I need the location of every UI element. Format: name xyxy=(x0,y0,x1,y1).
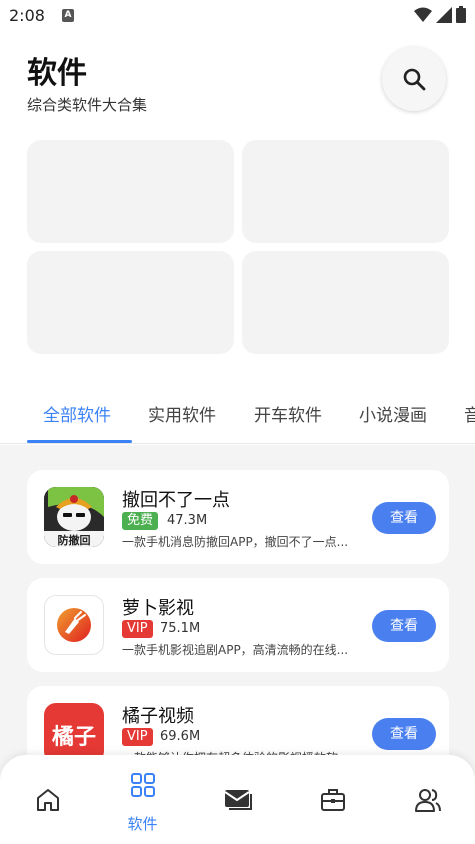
free-badge: 免费 xyxy=(122,512,159,530)
battery-icon xyxy=(456,6,466,23)
app-description: 一款手机消息防撤回APP，撤回不了一点... xyxy=(122,535,349,549)
page-subtitle: 综合类软件大合集 xyxy=(27,96,148,114)
app-card[interactable]: 萝卜影视 VIP 75.1M 一款手机影视追剧APP，高清流畅的在线... 查看 xyxy=(27,578,449,672)
view-button[interactable]: 查看 xyxy=(372,718,436,750)
wifi-icon xyxy=(414,7,432,22)
tab-utility-software[interactable]: 实用软件 xyxy=(148,401,216,426)
tab-indicator xyxy=(27,440,132,443)
banner-card[interactable] xyxy=(27,140,234,243)
app-icon-text: 防撤回 xyxy=(57,534,91,547)
vip-badge: VIP xyxy=(122,728,153,746)
view-button[interactable]: 查看 xyxy=(372,502,436,534)
vip-badge: VIP xyxy=(122,620,153,638)
users-icon xyxy=(414,789,441,812)
grid-icon xyxy=(130,773,155,797)
nav-users[interactable] xyxy=(380,755,475,844)
status-time: 2:08 xyxy=(9,6,45,25)
banner-grid xyxy=(27,140,449,354)
status-icons xyxy=(414,6,466,23)
banner-card[interactable] xyxy=(242,251,449,354)
signal-icon xyxy=(436,6,452,23)
home-icon xyxy=(36,789,59,811)
nav-messages[interactable] xyxy=(190,755,285,844)
toolbox-icon xyxy=(320,789,345,811)
tab-music[interactable]: 音 xyxy=(464,401,475,426)
nav-home[interactable] xyxy=(0,755,95,844)
juzi-video-app-icon: 橘子 xyxy=(44,703,104,763)
nav-software[interactable]: 软件 xyxy=(95,755,190,844)
bottom-nav: 软件 xyxy=(0,755,475,844)
banner-card[interactable] xyxy=(27,251,234,354)
tab-driving-software[interactable]: 开车软件 xyxy=(254,401,322,426)
nav-software-label: 软件 xyxy=(127,815,158,833)
app-size: 75.1M xyxy=(160,621,201,636)
app-name: 撤回不了一点 xyxy=(122,490,230,511)
status-bar: 2:08 A xyxy=(0,0,475,32)
anti-recall-app-icon: 防撤回 xyxy=(44,487,104,547)
app-name: 萝卜影视 xyxy=(122,598,194,619)
tab-all-software[interactable]: 全部软件 xyxy=(43,401,111,426)
search-icon xyxy=(403,68,426,91)
notification-icon: A xyxy=(62,9,74,22)
mail-icon xyxy=(223,790,252,810)
luobo-video-app-icon xyxy=(44,595,104,655)
nav-toolbox[interactable] xyxy=(285,755,380,844)
app-icon-text: 橘子 xyxy=(51,725,96,750)
tab-novel-comics[interactable]: 小说漫画 xyxy=(359,401,427,426)
app-card[interactable]: 防撤回 撤回不了一点 免费 47.3M 一款手机消息防撤回APP，撤回不了一点.… xyxy=(27,470,449,564)
app-description: 一款手机影视追剧APP，高清流畅的在线... xyxy=(122,643,349,657)
page-title: 软件 xyxy=(27,56,87,91)
app-size: 47.3M xyxy=(167,513,208,528)
app-name: 橘子视频 xyxy=(122,706,194,727)
view-button[interactable]: 查看 xyxy=(372,610,436,642)
banner-card[interactable] xyxy=(242,140,449,243)
app-size: 69.6M xyxy=(160,729,201,744)
category-tabs: 全部软件 实用软件 开车软件 小说漫画 音 xyxy=(0,392,475,444)
search-button[interactable] xyxy=(382,47,446,111)
